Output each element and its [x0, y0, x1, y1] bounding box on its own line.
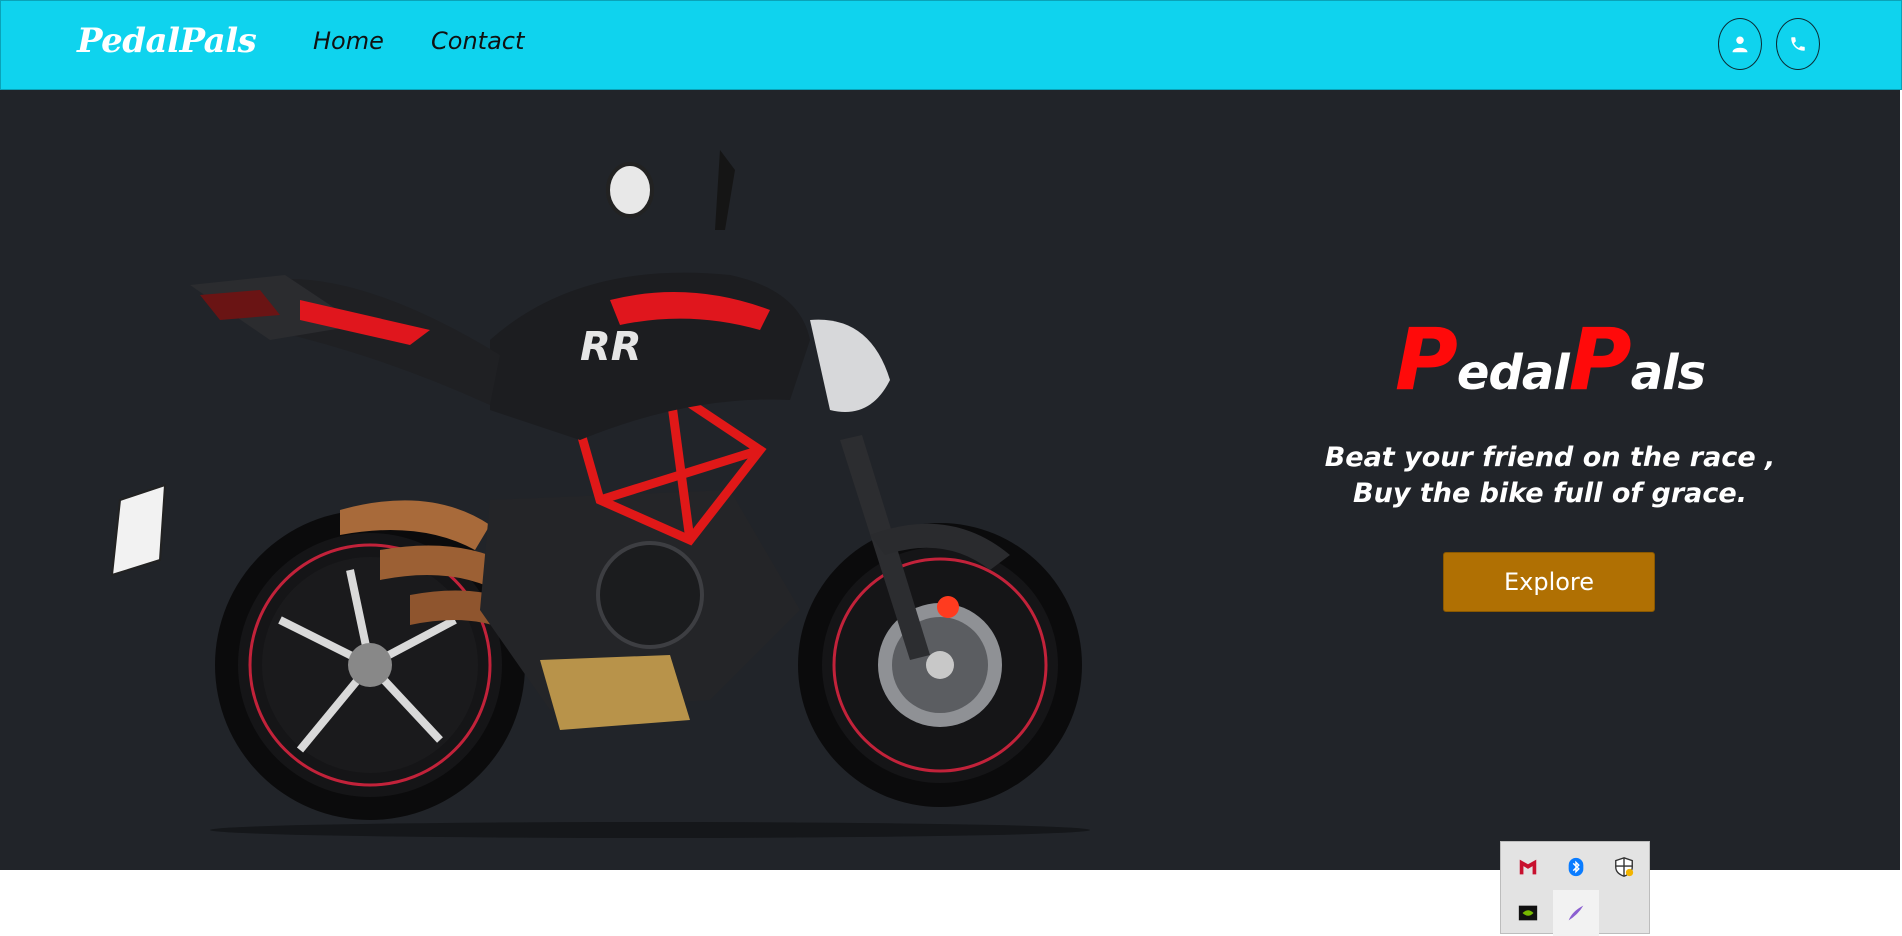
tagline-line-2: Buy the bike full of grace.: [1353, 478, 1747, 509]
hero-title-part-1: edal: [1456, 345, 1570, 401]
svg-text:RR: RR: [580, 324, 642, 370]
windows-security-icon[interactable]: [1601, 844, 1647, 890]
pen-icon[interactable]: [1553, 890, 1599, 936]
bluetooth-icon[interactable]: [1553, 844, 1599, 890]
phone-icon: [1791, 37, 1805, 51]
hero-section: RR PedalPals Beat your friend on the rac…: [0, 90, 1900, 870]
system-tray-popup: [1500, 841, 1650, 936]
motorcycle-image: RR: [110, 150, 1090, 838]
phone-button[interactable]: [1776, 18, 1820, 70]
nav-link-home[interactable]: Home: [313, 27, 384, 55]
brand-logo[interactable]: PedalPals: [77, 21, 257, 61]
hero-title: PedalPals: [1300, 310, 1800, 410]
user-button[interactable]: [1718, 18, 1762, 70]
hero-title-part-2: als: [1630, 345, 1706, 401]
hero-title-letter-1: P: [1394, 310, 1458, 410]
mcafee-icon[interactable]: [1505, 844, 1551, 890]
nav-link-contact[interactable]: Contact: [431, 27, 524, 55]
explore-button[interactable]: Explore: [1443, 552, 1655, 612]
hero-title-letter-2: P: [1568, 310, 1632, 410]
tagline-line-1: Beat your friend on the race ,: [1324, 442, 1776, 473]
nvidia-icon[interactable]: [1505, 890, 1551, 936]
navbar: PedalPals Home Contact: [0, 0, 1902, 90]
hero-tagline: Beat your friend on the race , Buy the b…: [1300, 440, 1800, 512]
user-icon: [1732, 36, 1748, 53]
